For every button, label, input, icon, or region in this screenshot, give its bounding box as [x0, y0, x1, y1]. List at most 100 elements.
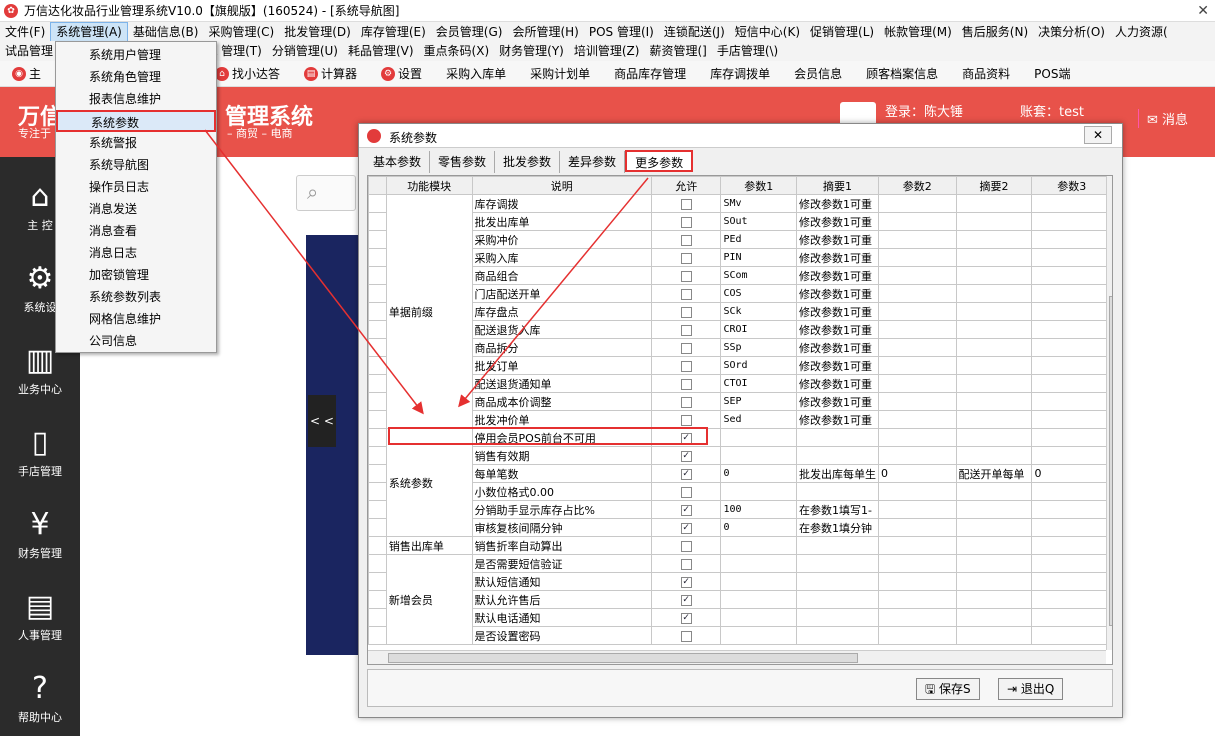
summary2-cell[interactable]: [955, 536, 1033, 555]
param3-cell[interactable]: [1031, 626, 1112, 645]
param3-cell[interactable]: [1031, 320, 1112, 339]
summary2-cell[interactable]: [955, 266, 1033, 285]
summary1-cell[interactable]: 修改参数1可重: [796, 230, 879, 249]
param3-cell[interactable]: [1031, 338, 1112, 357]
allow-checkbox[interactable]: ✓: [680, 612, 692, 624]
summary1-cell[interactable]: 修改参数1可重: [796, 212, 879, 231]
summary1-cell[interactable]: [796, 428, 879, 447]
allow-cell[interactable]: [650, 194, 722, 213]
param1-cell[interactable]: SMv: [720, 194, 797, 213]
param2-cell[interactable]: [878, 428, 957, 447]
table-row[interactable]: 默认电话通知 ✓: [368, 608, 1112, 627]
param3-cell[interactable]: [1031, 374, 1112, 393]
column-header[interactable]: 参数3: [1031, 176, 1112, 195]
summary1-cell[interactable]: 修改参数1可重: [796, 194, 879, 213]
summary2-cell[interactable]: [955, 518, 1033, 537]
param2-cell[interactable]: [878, 302, 957, 321]
allow-cell[interactable]: [650, 626, 722, 645]
column-header[interactable]: 参数1: [720, 176, 797, 195]
param3-cell[interactable]: [1031, 356, 1112, 375]
menu-item[interactable]: 财务管理(Y): [494, 41, 569, 61]
desc-cell[interactable]: 销售折率自动算出: [471, 536, 652, 555]
desc-cell[interactable]: 是否需要短信验证: [471, 554, 652, 573]
summary1-cell[interactable]: 修改参数1可重: [796, 338, 879, 357]
summary1-cell[interactable]: [796, 572, 879, 591]
allow-cell[interactable]: ✓: [650, 464, 722, 483]
column-header[interactable]: 功能模块: [385, 176, 473, 195]
close-icon[interactable]: ✕: [1197, 3, 1209, 19]
dialog-close-button[interactable]: ✕: [1084, 126, 1112, 144]
table-row[interactable]: 单据前缀 库存调拨 SMv 修改参数1可重: [368, 194, 1112, 429]
allow-checkbox[interactable]: [680, 342, 692, 354]
allow-cell[interactable]: [650, 356, 722, 375]
horizontal-scrollbar[interactable]: [368, 650, 1106, 664]
summary2-cell[interactable]: [955, 302, 1033, 321]
param2-cell[interactable]: [878, 266, 957, 285]
allow-checkbox[interactable]: [680, 198, 692, 210]
summary2-cell[interactable]: [955, 230, 1033, 249]
param3-cell[interactable]: [1031, 572, 1112, 591]
toolbar-button[interactable]: ◉ 主: [0, 65, 53, 82]
allow-checkbox[interactable]: [680, 324, 692, 336]
allow-cell[interactable]: [650, 410, 722, 429]
summary2-cell[interactable]: [955, 590, 1033, 609]
table-row[interactable]: 采购冲价 PEd 修改参数1可重: [368, 230, 1112, 249]
param1-cell[interactable]: [720, 428, 797, 447]
summary2-cell[interactable]: [955, 572, 1033, 591]
menu-item[interactable]: 手店管理(\): [712, 41, 783, 61]
menu-item[interactable]: 促销管理(L): [805, 22, 879, 42]
column-header[interactable]: 摘要1: [796, 176, 879, 195]
desc-cell[interactable]: 库存盘点: [471, 302, 652, 321]
param2-cell[interactable]: [878, 626, 957, 645]
summary1-cell[interactable]: [796, 482, 879, 501]
param1-cell[interactable]: Sed: [720, 410, 797, 429]
param1-cell[interactable]: 100: [720, 500, 797, 519]
param1-cell[interactable]: SSp: [720, 338, 797, 357]
table-row[interactable]: 批发订单 SOrd 修改参数1可重: [368, 356, 1112, 375]
summary1-cell[interactable]: 修改参数1可重: [796, 302, 879, 321]
dropdown-item[interactable]: 消息日志: [56, 242, 216, 264]
search-box[interactable]: ⌕: [296, 175, 356, 211]
allow-checkbox[interactable]: [680, 378, 692, 390]
menu-item[interactable]: 人力资源(: [1110, 22, 1173, 42]
allow-cell[interactable]: [650, 248, 722, 267]
exit-button[interactable]: ⇥ 退出Q: [998, 678, 1064, 700]
summary2-cell[interactable]: [955, 392, 1033, 411]
table-row[interactable]: 是否设置密码: [368, 626, 1112, 645]
allow-cell[interactable]: ✓: [650, 608, 722, 627]
param3-cell[interactable]: [1031, 536, 1112, 555]
param2-cell[interactable]: [878, 608, 957, 627]
allow-cell[interactable]: [650, 266, 722, 285]
param2-cell[interactable]: [878, 536, 957, 555]
save-button[interactable]: 🖫 保存S: [916, 678, 980, 700]
param1-cell[interactable]: [720, 536, 797, 555]
param1-cell[interactable]: [720, 446, 797, 465]
summary1-cell[interactable]: 修改参数1可重: [796, 248, 879, 267]
desc-cell[interactable]: 采购入库: [471, 248, 652, 267]
param2-cell[interactable]: [878, 230, 957, 249]
menu-item[interactable]: 薪资管理(]: [644, 41, 711, 61]
param3-cell[interactable]: [1031, 410, 1112, 429]
toolbar-button[interactable]: 库存调拨单: [698, 65, 782, 82]
tab-2[interactable]: 批发参数: [495, 151, 561, 173]
allow-cell[interactable]: [650, 554, 722, 573]
summary2-cell[interactable]: [955, 212, 1033, 231]
toolbar-button[interactable]: 采购计划单: [518, 65, 602, 82]
param2-cell[interactable]: [878, 500, 957, 519]
summary1-cell[interactable]: [796, 536, 879, 555]
dropdown-item[interactable]: 网格信息维护: [56, 308, 216, 330]
desc-cell[interactable]: 批发冲价单: [471, 410, 652, 429]
dropdown-item[interactable]: 系统警报: [56, 132, 216, 154]
summary2-cell[interactable]: [955, 284, 1033, 303]
summary2-cell[interactable]: [955, 410, 1033, 429]
table-row[interactable]: 新增会员 是否需要短信验证: [368, 554, 1112, 645]
tab-1[interactable]: 零售参数: [430, 151, 496, 173]
summary2-cell[interactable]: [955, 446, 1033, 465]
allow-checkbox[interactable]: [680, 558, 692, 570]
param1-cell[interactable]: 0: [720, 518, 797, 537]
param1-cell[interactable]: [720, 572, 797, 591]
summary1-cell[interactable]: 批发出库每单生: [796, 464, 879, 483]
allow-checkbox[interactable]: ✓: [680, 504, 692, 516]
param1-cell[interactable]: CTOI: [720, 374, 797, 393]
dropdown-item[interactable]: 消息查看: [56, 220, 216, 242]
